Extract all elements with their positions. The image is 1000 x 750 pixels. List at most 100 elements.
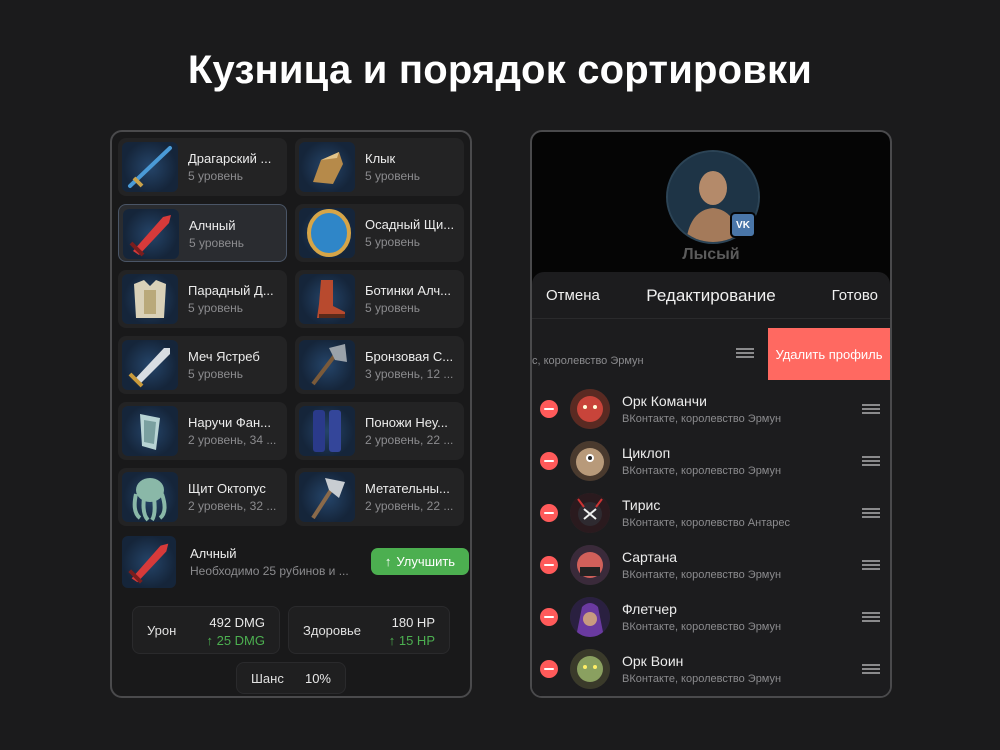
remove-icon[interactable] — [540, 400, 558, 418]
item-name: Осадный Щи... — [365, 217, 455, 232]
row-subtitle: ВКонтакте, королевство Эрмун — [622, 673, 782, 685]
row-name: Сартана — [622, 549, 678, 565]
remove-icon[interactable] — [540, 660, 558, 678]
item-card[interactable]: Клык 5 уровень — [295, 138, 464, 196]
row-name: Флетчер — [622, 601, 677, 617]
item-level: 3 уровень, 12 ... — [365, 367, 454, 381]
item-card[interactable]: Меч Ястреб 5 уровень — [118, 336, 287, 394]
stat-label: Урон — [147, 623, 177, 638]
greaves-icon — [299, 406, 355, 456]
drag-handle-icon[interactable] — [736, 348, 754, 360]
row-subtitle: ВКонтакте, королевство Эрмун — [622, 621, 782, 633]
row-name: Циклоп — [622, 445, 671, 461]
item-level: 2 уровень, 22 ... — [365, 499, 454, 513]
armor-icon — [122, 274, 178, 324]
row-subtitle: ВКонтакте, королевство Антарес — [622, 517, 790, 529]
sheet-header: Отмена Редактирование Готово — [532, 272, 890, 319]
item-card[interactable]: Бронзовая С... 3 уровень, 12 ... — [295, 336, 464, 394]
item-level: 2 уровень, 34 ... — [188, 433, 277, 447]
item-level: 5 уровень — [365, 301, 421, 315]
selected-item-name: Алчный — [190, 546, 237, 561]
row-subtitle: ВКонтакте, королевство Эрмун — [622, 465, 782, 477]
item-card[interactable]: Осадный Щи... 5 уровень — [295, 204, 464, 262]
profile-row[interactable]: Сартана ВКонтакте, королевство Эрмун — [532, 540, 890, 592]
item-name: Ботинки Алч... — [365, 283, 452, 298]
throwing-axe-icon — [299, 472, 355, 522]
drag-handle-icon[interactable] — [862, 560, 880, 570]
page-title: Кузница и порядок сортировки — [187, 48, 813, 92]
damage-stat: Урон 492 DMG ↑ 25 DMG — [132, 606, 280, 654]
forge-screen: Драгарский ... 5 уровень Клык 5 уровень … — [110, 130, 472, 698]
upgrade-button[interactable]: ↑ Улучшить — [371, 548, 469, 575]
item-level: 5 уровень — [188, 169, 244, 183]
stat-delta: ↑ 25 DMG — [206, 633, 265, 648]
avatar — [570, 597, 610, 637]
spear-icon — [122, 142, 178, 192]
profiles-screen: VK Лысый Отмена Редактирование Готово с,… — [530, 130, 892, 698]
vk-icon: VK — [730, 212, 756, 238]
done-button[interactable]: Готово — [832, 287, 878, 304]
item-level: 2 уровень, 22 ... — [365, 433, 454, 447]
stat-delta: ↑ 15 HP — [388, 633, 435, 648]
item-name: Наручи Фан... — [188, 415, 271, 430]
avatar — [570, 649, 610, 689]
drag-handle-icon[interactable] — [862, 612, 880, 622]
item-card-selected[interactable]: Алчный 5 уровень — [118, 204, 287, 262]
row-subtitle: с, королевство Эрмун — [532, 355, 644, 367]
red-sword-icon — [123, 209, 179, 259]
drag-handle-icon[interactable] — [862, 456, 880, 466]
drag-handle-icon[interactable] — [862, 404, 880, 414]
red-sword-icon — [122, 536, 176, 588]
arrow-up-icon: ↑ — [388, 633, 399, 648]
items-grid[interactable]: Драгарский ... 5 уровень Клык 5 уровень … — [118, 138, 466, 528]
delete-profile-button[interactable]: Удалить профиль — [768, 328, 890, 380]
item-card[interactable]: Наручи Фан... 2 уровень, 34 ... — [118, 402, 287, 460]
swiped-profile-row[interactable]: с, королевство Эрмун Удалить профиль — [532, 328, 890, 380]
selected-item-panel: Алчный Необходимо 25 рубинов и ... ↑ Улу… — [120, 532, 469, 592]
profile-row[interactable]: Орк Воин ВКонтакте, королевство Эрмун — [532, 644, 890, 696]
item-level: 5 уровень — [188, 367, 244, 381]
item-name: Бронзовая С... — [365, 349, 454, 364]
row-name: Орк Воин — [622, 653, 684, 669]
shield-icon — [299, 208, 355, 258]
avatar — [570, 545, 610, 585]
upgrade-label: Улучшить — [396, 554, 456, 569]
upgrade-requirement: Необходимо 25 рубинов и ... — [190, 564, 349, 578]
remove-icon[interactable] — [540, 556, 558, 574]
profile-row[interactable]: Флетчер ВКонтакте, королевство Эрмун — [532, 592, 890, 644]
item-level: 5 уровень — [365, 169, 421, 183]
gauntlet-icon — [299, 142, 355, 192]
avatar — [570, 389, 610, 429]
item-card[interactable]: Метательны... 2 уровень, 22 ... — [295, 468, 464, 526]
profile-row[interactable]: Циклоп ВКонтакте, королевство Эрмун — [532, 436, 890, 488]
chance-stat: Шанс 10% — [236, 662, 346, 694]
item-level: 5 уровень — [188, 301, 244, 315]
arrow-up-icon: ↑ — [206, 633, 217, 648]
stat-label: Шанс — [251, 671, 284, 686]
item-name: Парадный Д... — [188, 283, 274, 298]
avatar — [570, 441, 610, 481]
health-stat: Здоровье 180 HP ↑ 15 HP — [288, 606, 450, 654]
item-name: Поножи Неу... — [365, 415, 448, 430]
bracers-icon — [122, 406, 178, 456]
row-subtitle: ВКонтакте, королевство Эрмун — [622, 413, 782, 425]
row-name: Тирис — [622, 497, 661, 513]
drag-handle-icon[interactable] — [862, 508, 880, 518]
profile-row[interactable]: Тирис ВКонтакте, королевство Антарес — [532, 488, 890, 540]
item-name: Алчный — [189, 218, 236, 233]
item-card[interactable]: Поножи Неу... 2 уровень, 22 ... — [295, 402, 464, 460]
row-name: Орк Команчи — [622, 393, 707, 409]
item-name: Драгарский ... — [188, 151, 272, 166]
drag-handle-icon[interactable] — [862, 664, 880, 674]
item-card[interactable]: Парадный Д... 5 уровень — [118, 270, 287, 328]
profile-row[interactable]: Орк Команчи ВКонтакте, королевство Эрмун — [532, 384, 890, 436]
remove-icon[interactable] — [540, 452, 558, 470]
row-subtitle: ВКонтакте, королевство Эрмун — [622, 569, 782, 581]
item-card[interactable]: Драгарский ... 5 уровень — [118, 138, 287, 196]
remove-icon[interactable] — [540, 608, 558, 626]
avatar — [570, 493, 610, 533]
remove-icon[interactable] — [540, 504, 558, 522]
item-card[interactable]: Ботинки Алч... 5 уровень — [295, 270, 464, 328]
arrow-up-icon: ↑ — [384, 554, 392, 569]
item-card[interactable]: Щит Октопус 2 уровень, 32 ... — [118, 468, 287, 526]
